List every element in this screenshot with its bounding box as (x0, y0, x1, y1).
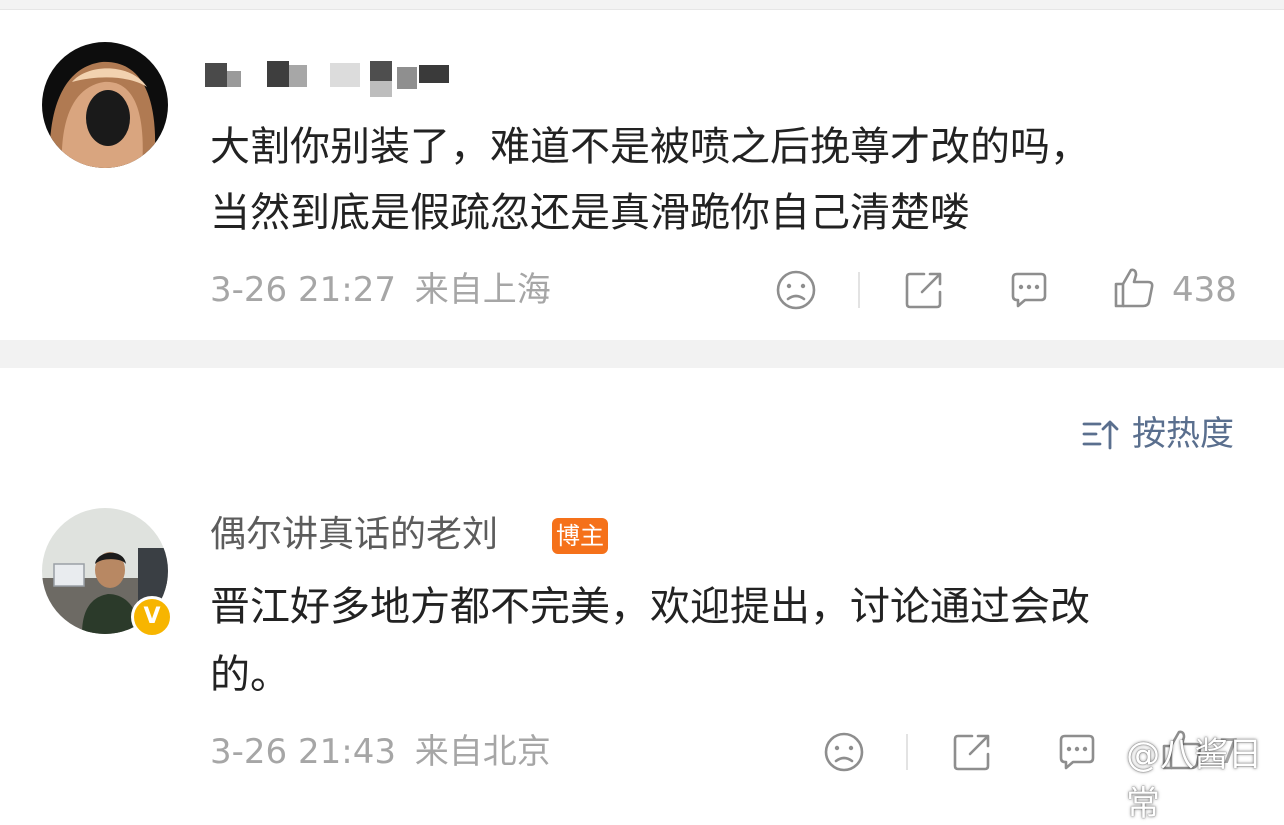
username-blurred[interactable] (205, 57, 455, 97)
location: 来自上海 (414, 270, 551, 310)
section-separator (0, 340, 1284, 368)
like-count: 438 (1172, 270, 1237, 310)
action-divider (858, 272, 860, 308)
sort-toggle[interactable]: 按热度 (1080, 412, 1234, 456)
verified-badge-icon: V (131, 596, 173, 638)
share-icon[interactable] (950, 730, 994, 774)
weibo-logo-icon (1085, 763, 1120, 792)
sad-face-icon[interactable] (822, 730, 866, 774)
sort-icon (1082, 420, 1119, 450)
watermark: @八酱日常 (1085, 735, 1284, 824)
comment-text-line: 的。 (210, 652, 290, 698)
comment-text-line: 晋江好多地方都不完美，欢迎提出，讨论通过会改 (210, 584, 1090, 630)
thumbs-up-icon[interactable] (1112, 266, 1156, 310)
top-edge (0, 0, 1284, 10)
share-icon[interactable] (902, 268, 946, 312)
timestamp: 3-26 21:43 (210, 732, 396, 772)
avatar[interactable] (42, 42, 168, 168)
sort-label: 按热度 (1132, 414, 1234, 454)
comment-text-line: 大割你别装了，难道不是被喷之后挽尊才改的吗， (210, 124, 1090, 170)
comment-meta: 3-26 21:43 来自北京 (210, 732, 551, 772)
comment-bubble-icon[interactable] (1007, 268, 1051, 312)
watermark-text: @八酱日常 (1126, 735, 1263, 824)
action-divider (906, 734, 908, 770)
blogger-badge: 博主 (552, 518, 608, 554)
sad-face-icon[interactable] (774, 268, 818, 312)
location: 来自北京 (414, 732, 551, 772)
username[interactable]: 偶尔讲真话的老刘 (210, 515, 498, 555)
comment-text-line: 当然到底是假疏忽还是真滑跪你自己清楚喽 (210, 190, 970, 236)
timestamp: 3-26 21:27 (210, 270, 396, 310)
comment-meta: 3-26 21:27 来自上海 (210, 270, 551, 310)
